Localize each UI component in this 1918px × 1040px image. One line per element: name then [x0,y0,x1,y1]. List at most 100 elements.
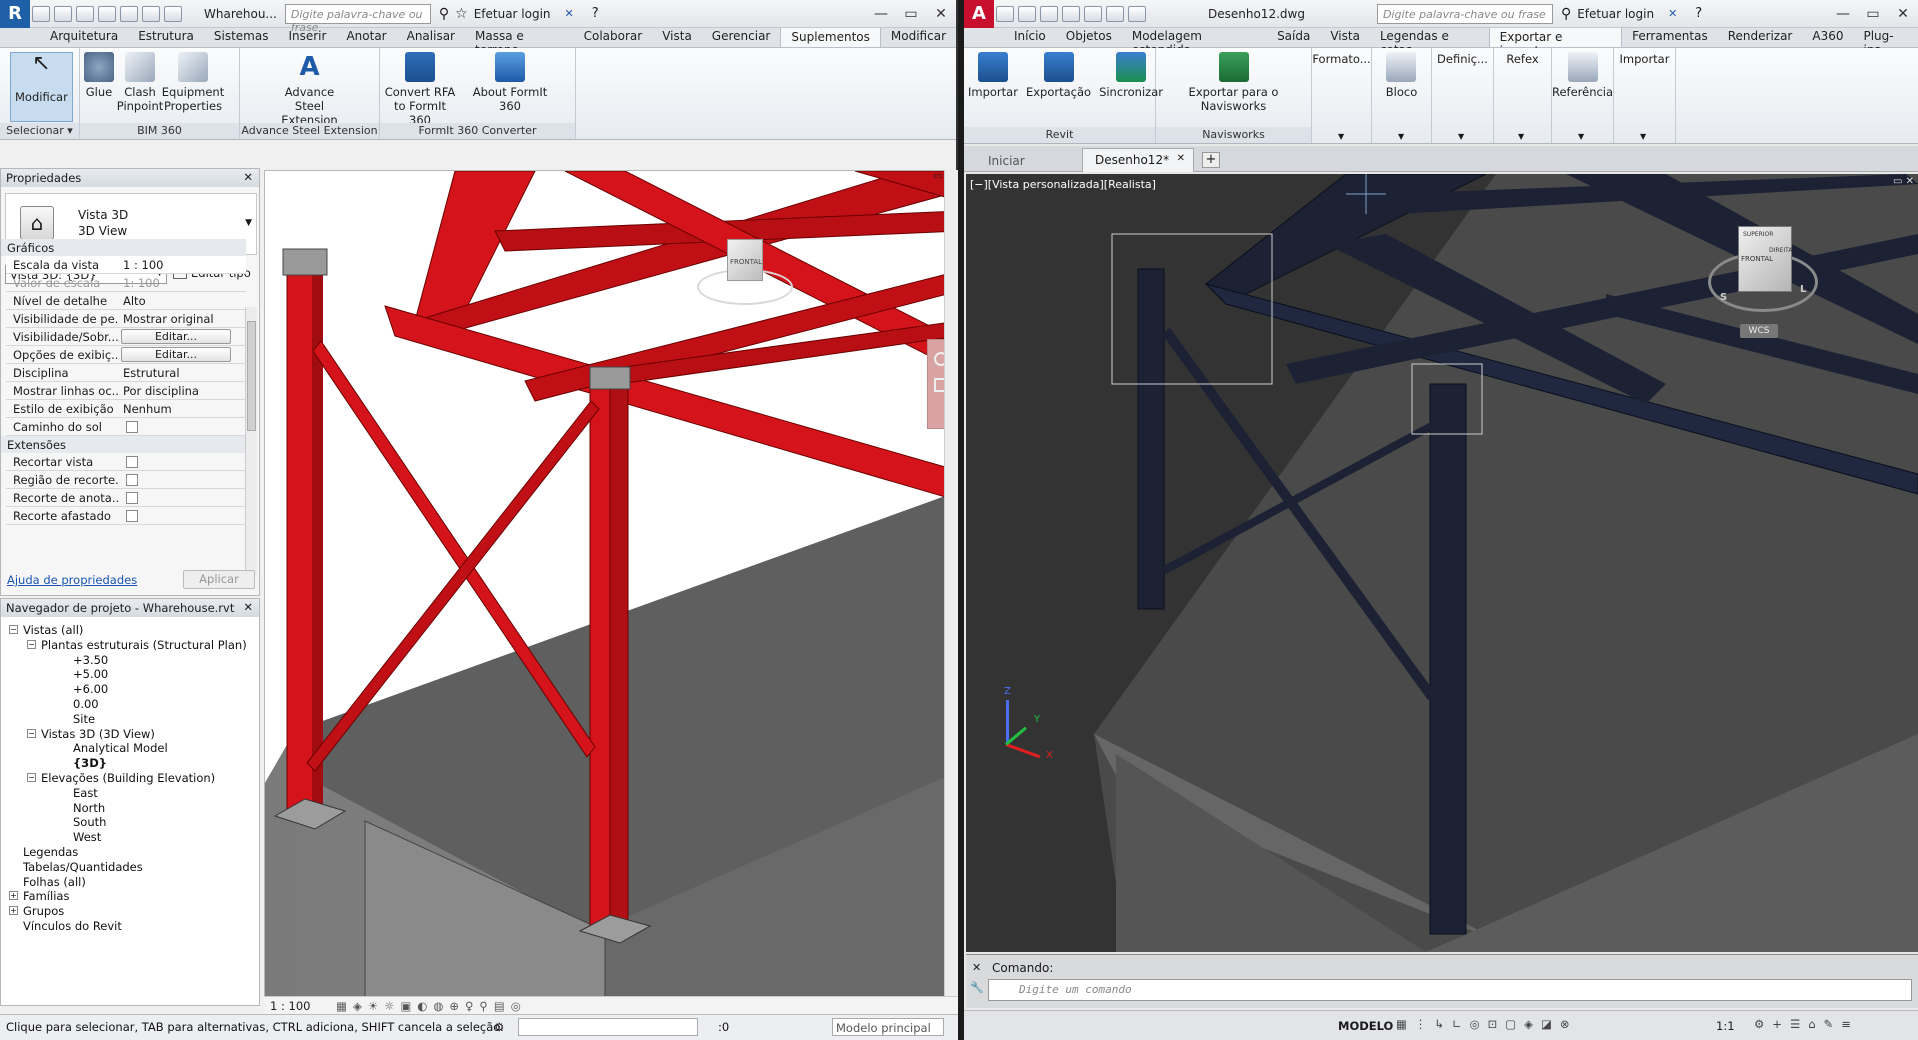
acad-login-link[interactable]: Efetuar login [1577,7,1654,21]
close-icon[interactable]: ✕ [243,600,253,614]
property-value[interactable]: 1 : 100 [123,258,163,272]
tree-item[interactable]: {3D} [73,756,107,770]
panel-import[interactable]: Importar ▼ [1614,48,1676,143]
undo-icon[interactable] [1106,5,1124,22]
close-icon[interactable]: ✕ [243,170,253,184]
expand-toggle[interactable]: − [27,728,36,738]
revit-tab-5[interactable]: Analisar [397,27,465,47]
new-tab-button[interactable]: + [1202,152,1220,168]
tab-drawing[interactable]: Desenho12* ✕ [1082,148,1194,172]
extent-checkbox[interactable] [126,474,138,486]
revit-tab-4[interactable]: Anotar [336,27,396,47]
glue-button[interactable]: Glue [80,52,118,99]
revit-tab-7[interactable]: Colaborar [574,27,653,47]
expand-toggle[interactable]: + [9,891,18,901]
redo-icon[interactable] [1128,5,1146,22]
modify-button[interactable]: ↖ Modificar [10,52,73,122]
close-icon[interactable]: ✕ [1888,0,1918,28]
redo-icon[interactable] [120,5,138,22]
panel-reference[interactable]: Referência ▼ [1552,48,1614,143]
reference-button[interactable]: Referência [1548,52,1617,99]
maximize-icon[interactable]: ▭ [1858,0,1888,28]
viewport-controls[interactable]: ▭ ✕ [1893,176,1914,187]
extent-checkbox[interactable] [126,456,138,468]
edit-button[interactable]: Editar... [121,329,231,344]
minimize-icon[interactable]: — [866,0,896,28]
viewport-label[interactable]: [−][Vista personalizada][Realista] [970,178,1156,191]
acad-3d-viewport[interactable]: [−][Vista personalizada][Realista] ▭ ✕ S… [966,174,1918,952]
status-extra-icons[interactable]: ⚙+☰⌂✎≡ [1754,1017,1859,1031]
expand-toggle[interactable]: − [27,639,36,649]
workset-field[interactable] [518,1018,698,1036]
expand-toggle[interactable]: + [9,906,18,916]
help-icon[interactable]: ? [592,6,599,21]
exchange-icon[interactable]: ✕ [565,7,574,20]
acad-tab-0[interactable]: Início [1004,27,1056,47]
apply-button[interactable]: Aplicar [183,570,255,589]
properties-scrollbar[interactable] [245,307,257,577]
edit-button[interactable]: Editar... [121,347,231,362]
star-icon[interactable]: ☆ [455,6,468,22]
open-icon[interactable] [32,5,50,22]
chevron-down-icon[interactable]: ▼ [245,218,252,228]
acad-viewcube[interactable]: SUPERIOR FRONTAL DIREITA S L WCS [1708,226,1818,346]
compass-s[interactable]: S [1720,292,1727,303]
save-icon[interactable] [54,5,72,22]
section-extents[interactable]: Extensões [1,436,246,453]
help-icon[interactable]: ? [1695,6,1702,21]
extent-checkbox[interactable] [126,510,138,522]
viewport-vscroll[interactable] [944,170,958,1006]
tree-item[interactable]: South [73,815,106,829]
acad-tab-5[interactable]: Legendas e cotas [1370,27,1489,57]
close-icon[interactable]: ✕ [972,961,981,974]
revit-tab-2[interactable]: Sistemas [204,27,279,47]
design-option-field[interactable]: Modelo principal [832,1018,944,1036]
wrench-icon[interactable]: 🔧 [970,981,984,994]
tree-item[interactable]: East [73,786,98,800]
tree-item[interactable]: Vistas (all) [23,623,83,637]
viewcube-box[interactable]: FRONTAL [727,239,763,281]
viewcube-top[interactable]: SUPERIOR [1743,231,1773,238]
revit-login-link[interactable]: Efetuar login [474,7,551,21]
acad-app-button[interactable]: A [964,0,994,28]
saveas-icon[interactable] [1062,5,1080,22]
tree-item[interactable]: Analytical Model [73,741,168,755]
minimize-icon[interactable]: — [1828,0,1858,28]
sun-path-checkbox[interactable] [126,421,138,433]
binoculars-icon[interactable]: ⚲ [1561,6,1571,22]
status-toggle-icons[interactable]: ▦⋮↳∟◎⊡▢◈◪⊗ [1396,1017,1578,1031]
acad-tab-4[interactable]: Vista [1320,27,1370,47]
acad-search-input[interactable]: Digite palavra-chave ou frase [1376,3,1553,24]
tree-item[interactable]: Tabelas/Quantidades [23,860,143,874]
export-button[interactable]: Exportação [1022,52,1095,99]
wcs-menu[interactable]: WCS [1740,324,1778,338]
tree-item[interactable]: Legendas [23,845,78,859]
viewcube-front[interactable]: FRONTAL [730,258,762,266]
expand-toggle[interactable]: − [9,625,18,634]
view-scale[interactable]: 1 : 100 [270,999,310,1013]
tree-item[interactable]: North [73,801,105,815]
about-formit-button[interactable]: About FormIt 360 [460,52,560,113]
acad-tab-2[interactable]: Modelagem estendida [1122,27,1267,57]
tree-item[interactable]: Site [73,712,95,726]
revit-3d-viewport[interactable]: ▭ ✕ FRONTAL [264,170,958,1006]
revit-app-button[interactable]: R [0,0,30,28]
revit-tab-10[interactable]: Suplementos [780,27,881,47]
tree-item[interactable]: +6.00 [73,682,108,696]
view-control-icons[interactable]: ▦◈☀☼▣◐◍⊕♀⚲▤◎ [336,999,527,1013]
revit-model-canvas[interactable] [265,171,958,1006]
save-icon[interactable] [1040,5,1058,22]
panel-block[interactable]: Bloco ▼ [1372,48,1432,143]
tree-item[interactable]: Vistas 3D (3D View) [41,727,155,741]
acad-tab-10[interactable]: Plug-ins [1853,27,1918,57]
sync-icon[interactable] [76,5,94,22]
acad-tab-8[interactable]: Renderizar [1718,27,1803,47]
scroll-thumb[interactable] [247,321,256,431]
open-icon[interactable] [1018,5,1036,22]
undo-icon[interactable] [98,5,116,22]
revit-tab-0[interactable]: Arquitetura [40,27,128,47]
exchange-icon[interactable]: ✕ [1668,7,1677,20]
align-icon[interactable] [164,5,182,22]
tree-item[interactable]: Elevações (Building Elevation) [41,771,215,785]
acad-viewcube-box[interactable]: SUPERIOR FRONTAL DIREITA [1738,226,1792,292]
